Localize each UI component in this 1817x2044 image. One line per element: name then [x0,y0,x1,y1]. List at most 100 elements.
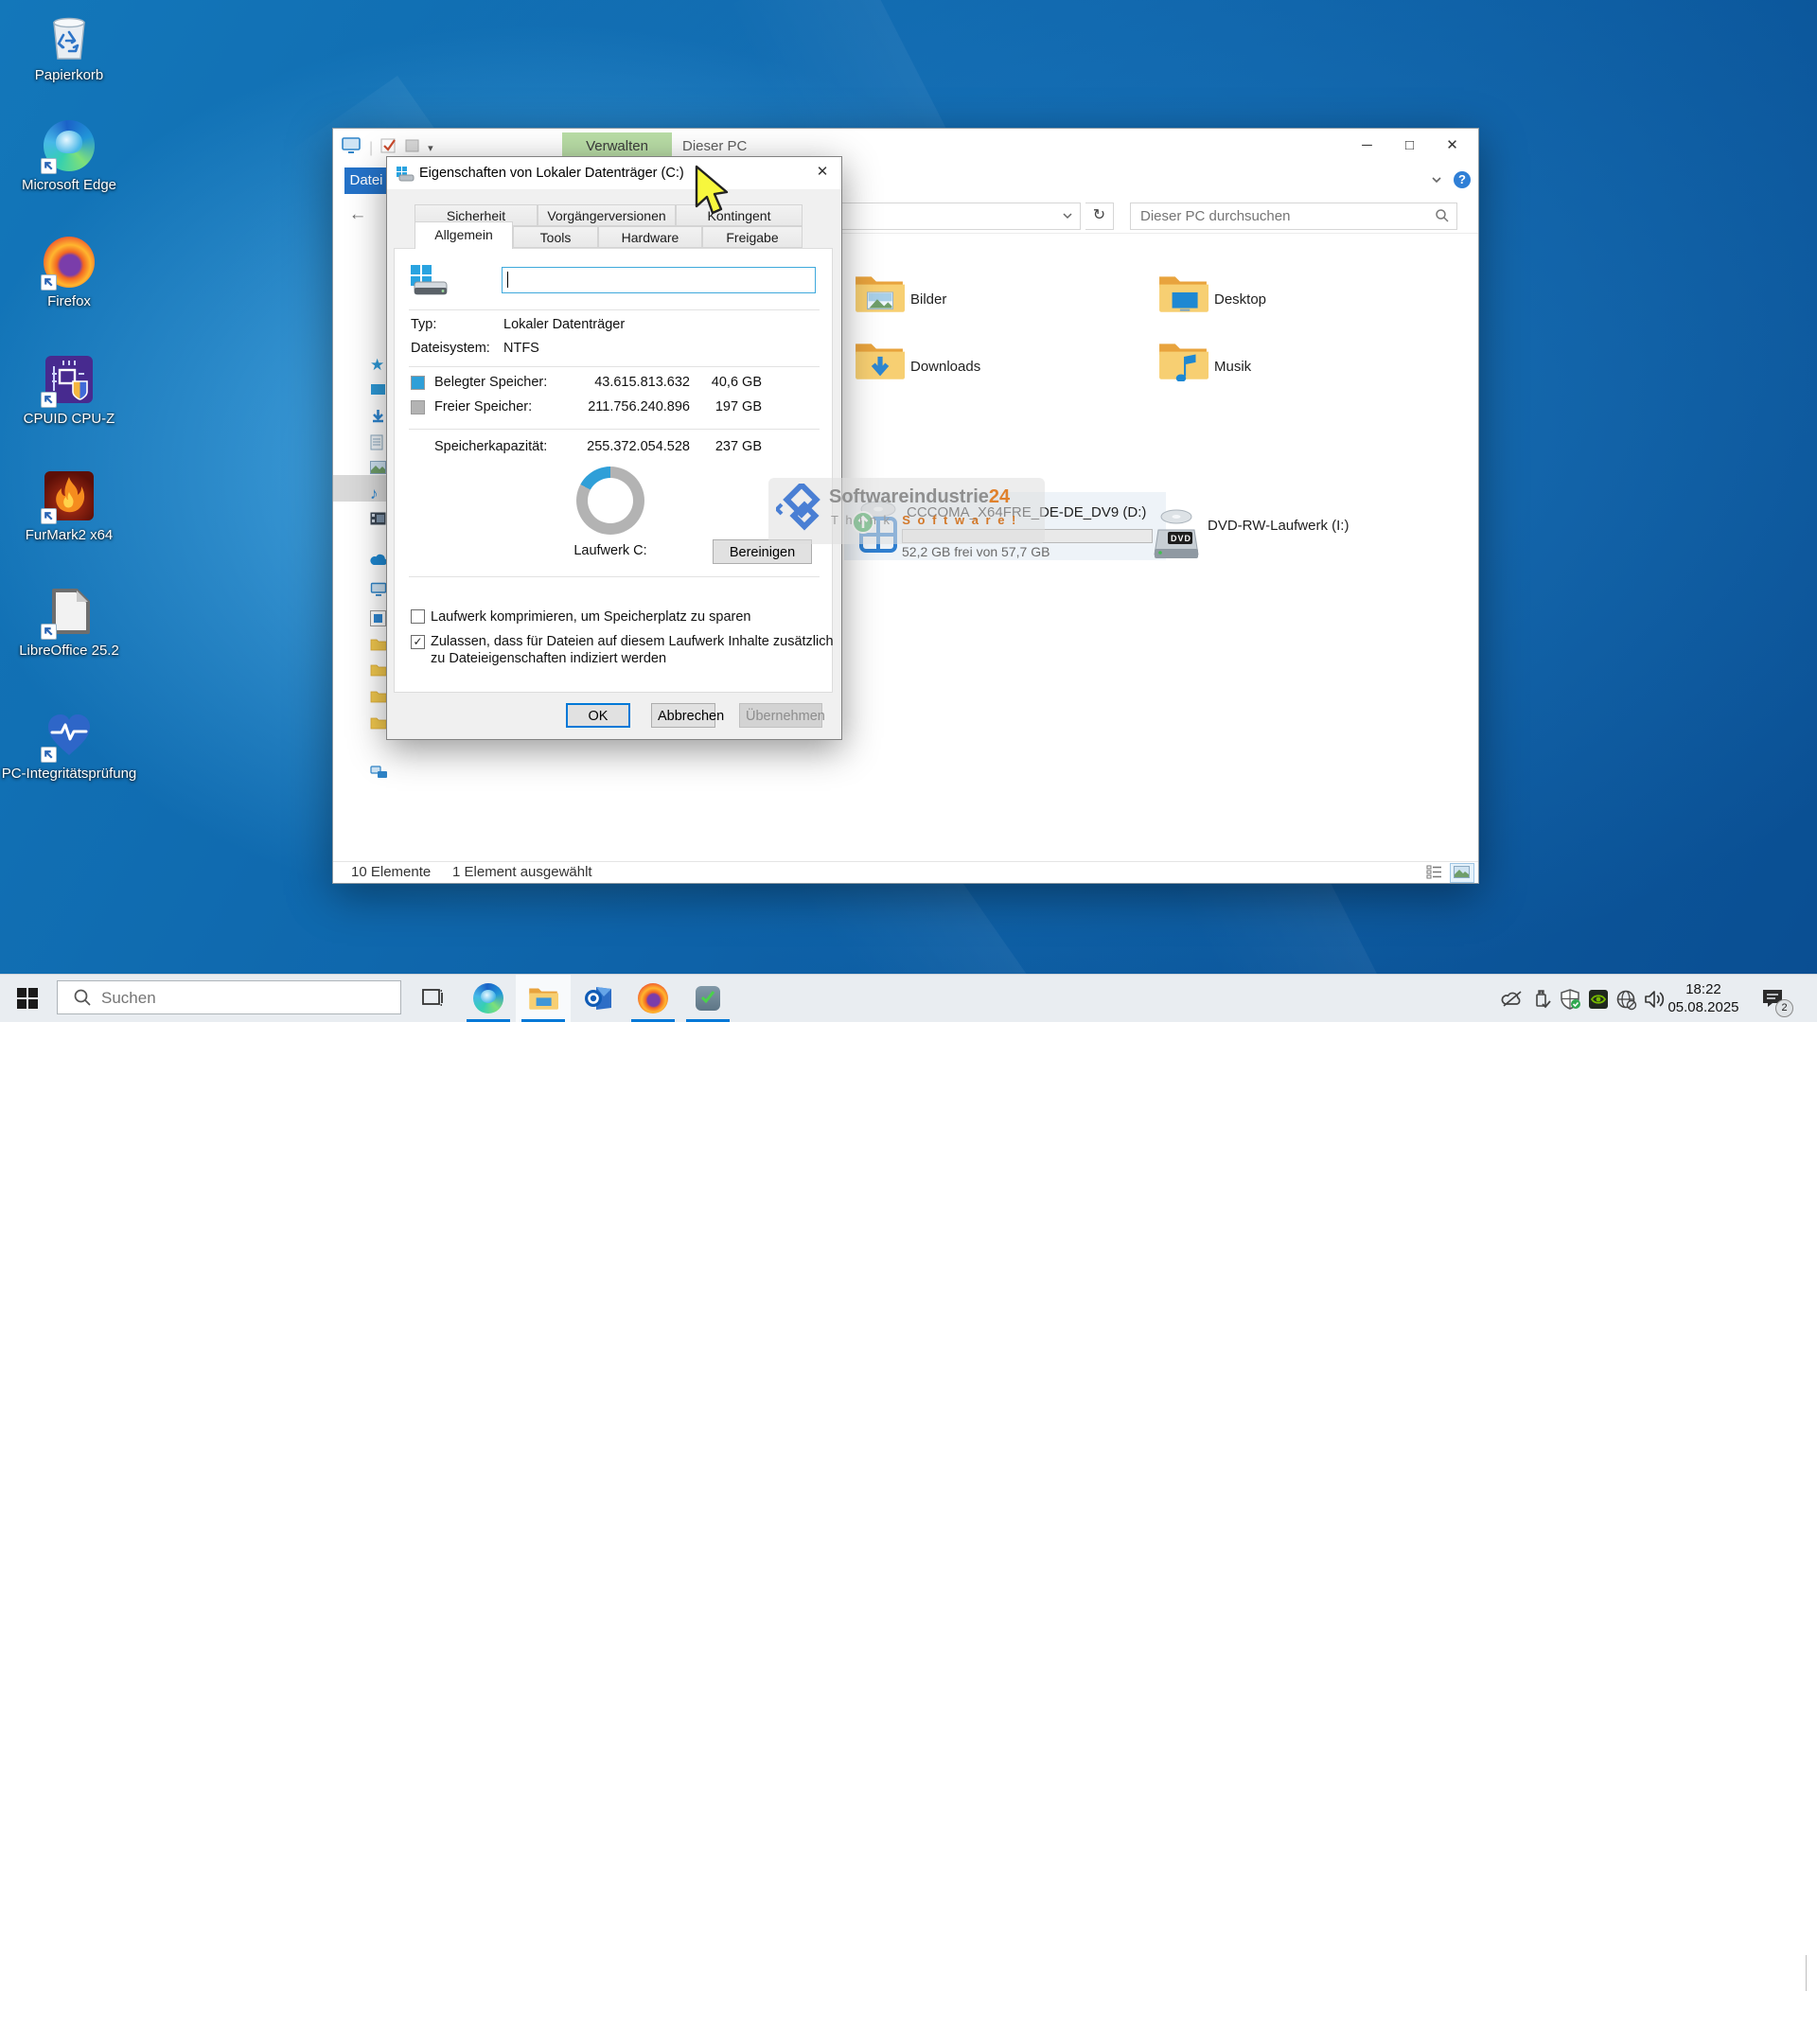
drive-tile-dvd[interactable]: DVD DVD-RW-Laufwerk (I:) [1151,505,1435,564]
cancel-button[interactable]: Abbrechen [651,703,715,728]
back-button[interactable]: ← [344,202,371,228]
nav-downloads-icon[interactable] [370,408,387,425]
free-space-size: 197 GB [693,399,762,414]
ribbon-collapse-chevron-icon[interactable] [1429,172,1444,192]
used-space-size: 40,6 GB [693,375,762,390]
volume-icon[interactable] [1644,989,1665,1010]
explorer-search-input[interactable] [1138,204,1426,228]
taskbar-app-firefox[interactable] [626,975,680,1022]
nav-folder-icon[interactable] [370,690,387,707]
explorer-search-box[interactable] [1130,203,1457,230]
nav-folder-icon[interactable] [370,663,387,680]
nav-music-icon[interactable]: ♪ [370,485,387,502]
folder-tile-bilder[interactable]: Bilder [854,271,1138,329]
nav-quick-access-icon[interactable]: ★ [370,356,387,373]
desktop-icon-libreoffice[interactable]: LibreOffice 25.2 [0,585,141,660]
taskbar-search-box[interactable] [57,980,401,1014]
nav-3d-objects-icon[interactable] [370,610,387,627]
nav-documents-icon[interactable] [370,434,387,451]
tab-hardware[interactable]: Hardware [598,226,702,248]
show-desktop-divider[interactable] [1806,1955,1807,1991]
dvd-badge: DVD [1171,534,1191,543]
qat-new-folder-icon[interactable] [405,138,420,158]
folder-name: Desktop [1214,271,1266,329]
security-shield-icon[interactable] [1560,989,1580,1010]
taskbar-app-explorer[interactable] [516,975,571,1022]
shortcut-arrow-icon [41,274,57,291]
index-checkbox[interactable]: ✓ [411,635,425,649]
tab-allgemein[interactable]: Allgemein [415,221,513,249]
nav-network-icon[interactable] [370,766,387,783]
used-space-label: Belegter Speicher: [434,375,547,390]
tab-vorgaengerversionen[interactable]: Vorgängerversionen [538,204,676,226]
nav-folder-icon[interactable] [370,638,387,655]
nvidia-tray-icon[interactable] [1588,989,1609,1010]
ok-button[interactable]: OK [566,703,630,728]
type-label: Typ: [411,317,436,332]
usb-eject-icon[interactable] [1531,989,1552,1010]
desktop-icon-edge[interactable]: Microsoft Edge [0,119,141,194]
dialog-titlebar: Eigenschaften von Lokaler Datenträger (C… [387,157,841,189]
clock-date: 05.08.2025 [1664,998,1743,1016]
minimize-button[interactable]: ─ [1346,129,1388,163]
address-dropdown-chevron-icon[interactable] [1061,209,1074,227]
libreoffice-icon [43,585,96,638]
task-view-button[interactable] [405,975,460,1022]
taskbar-app-edge[interactable] [461,975,516,1022]
desktop-icon-label: LibreOffice 25.2 [0,643,141,660]
start-button[interactable] [0,975,57,1022]
capacity-bytes: 255.372.054.528 [576,439,690,454]
nav-this-pc-icon[interactable] [370,582,387,599]
dialog-close-icon[interactable]: ✕ [803,157,841,187]
free-space-bytes: 211.756.240.896 [576,399,690,414]
dvd-drive-icon: DVD [1151,505,1202,562]
folder-name: Downloads [910,338,980,396]
folder-tile-desktop[interactable]: Desktop [1157,271,1441,329]
maximize-button[interactable]: □ [1388,129,1431,163]
furmark-icon [43,469,96,522]
details-view-icon[interactable] [1426,865,1443,884]
firefox-icon [638,983,668,1013]
desktop-icon-firefox[interactable]: Firefox [0,236,141,310]
usage-donut [576,467,644,535]
status-bar: 10 Elemente 1 Element ausgewählt [333,861,1478,883]
outlook-icon [583,983,613,1013]
type-value: Lokaler Datenträger [503,317,625,332]
onedrive-offline-icon[interactable] [1501,989,1522,1010]
filesystem-label: Dateisystem: [411,341,490,356]
pc-health-icon [43,708,96,761]
close-button[interactable]: ✕ [1431,129,1473,163]
taskbar-search-input[interactable] [99,985,387,1012]
ribbon-tab-datei[interactable]: Datei [344,167,388,194]
folder-tile-musik[interactable]: Musik [1157,338,1441,396]
clock[interactable]: 18:22 05.08.2025 [1664,980,1743,1016]
qat-customize-chevron-icon[interactable]: ▾ [428,142,433,154]
nav-videos-icon[interactable] [370,512,387,529]
thumbnail-view-icon[interactable] [1450,863,1474,883]
desktop-icon-recycle-bin[interactable]: Papierkorb [0,9,141,84]
taskbar-app-outlook[interactable] [571,975,626,1022]
desktop-icon-cpuz[interactable]: CPUID CPU-Z [0,353,141,428]
volume-label-input[interactable] [502,267,816,293]
free-space-label: Freier Speicher: [434,399,532,414]
tab-freigabe[interactable]: Freigabe [702,226,803,248]
taskbar-app-pc-health[interactable] [680,975,735,1022]
compress-checkbox[interactable] [411,609,425,624]
navigation-pane: ★ ♪ [333,233,387,862]
desktop-icon-pc-health[interactable]: PC-Integritätsprüfung [0,708,141,783]
desktop-icon-furmark[interactable]: FurMark2 x64 [0,469,141,544]
desktop-icon-label: Firefox [0,294,141,310]
apply-button[interactable]: Übernehmen [739,703,822,728]
nav-desktop-icon[interactable] [370,383,387,400]
shortcut-arrow-icon [41,392,57,408]
network-no-internet-icon[interactable] [1615,989,1636,1010]
nav-folder-icon[interactable] [370,716,387,733]
tab-tools[interactable]: Tools [513,226,598,248]
folder-tile-downloads[interactable]: Downloads [854,338,1138,396]
free-space-swatch [411,400,425,414]
help-icon[interactable]: ? [1454,171,1471,188]
refresh-icon[interactable]: ↻ [1085,203,1114,230]
nav-onedrive-icon[interactable] [370,554,387,571]
watermark: Softwareindustrie24 T h i n k S o f t w … [768,478,1045,544]
nav-pictures-icon[interactable] [370,461,387,478]
